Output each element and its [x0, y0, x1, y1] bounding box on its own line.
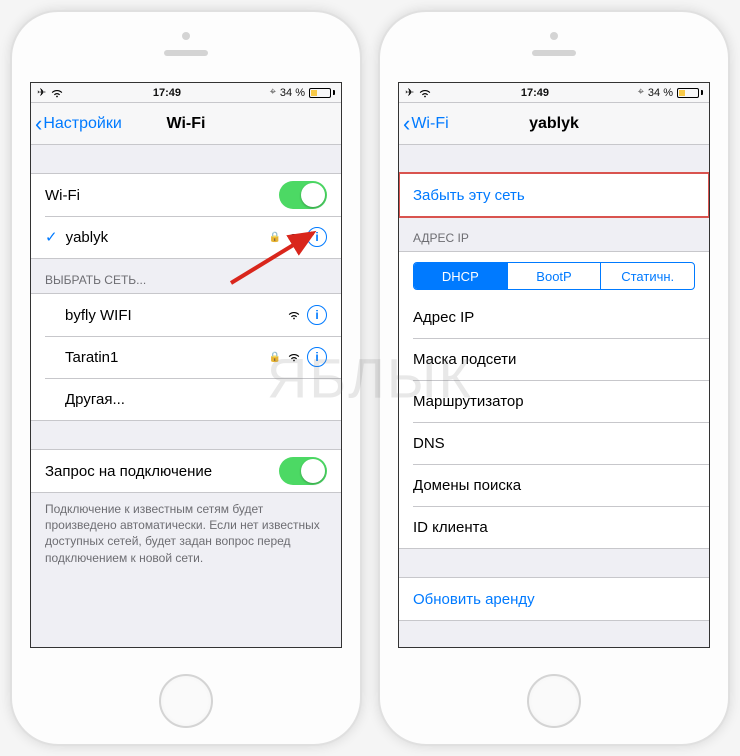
seg-bootp[interactable]: BootP — [507, 263, 601, 289]
renew-lease-row[interactable]: Обновить аренду — [399, 578, 709, 620]
network-row[interactable]: byfly WIFI i — [31, 294, 341, 336]
row-label: Адрес IP — [413, 309, 695, 326]
screen-network-detail: ✈ 17:49 ⌖ 34 % ‹ Wi-Fi yablyk — [398, 82, 710, 648]
nav-back-button[interactable]: ‹ Настройки — [31, 113, 122, 135]
info-icon[interactable]: i — [307, 347, 327, 367]
wifi-icon — [287, 350, 301, 364]
battery-icon — [677, 88, 703, 98]
chevron-left-icon: ‹ — [403, 113, 410, 135]
wifi-toggle-group: Wi-Fi ✓ yablyk 🔒 i — [31, 173, 341, 259]
connected-network-name: yablyk — [66, 229, 269, 246]
check-icon: ✓ — [45, 228, 58, 246]
info-icon[interactable]: i — [307, 305, 327, 325]
row-label: ID клиента — [413, 519, 695, 536]
info-icon[interactable]: i — [307, 227, 327, 247]
renew-lease-label: Обновить аренду — [413, 591, 695, 608]
ip-mode-segmented: DHCP BootP Статичн. — [413, 262, 695, 290]
status-bar: ✈ 17:49 ⌖ 34 % — [399, 83, 709, 103]
phone-left: ✈ 17:49 ⌖ 34 % ‹ Настройки Wi-Fi — [10, 10, 362, 746]
client-id-row[interactable]: ID клиента — [399, 506, 709, 548]
content-scroll[interactable]: Wi-Fi ✓ yablyk 🔒 i ВЫБРАТЬ СЕТЬ... — [31, 145, 341, 647]
ask-join-group: Запрос на подключение — [31, 449, 341, 493]
status-bar: ✈ 17:49 ⌖ 34 % — [31, 83, 341, 103]
phone-speaker — [532, 50, 576, 56]
battery-percent: 34 % — [280, 87, 305, 99]
phone-camera — [550, 32, 558, 40]
wifi-icon — [287, 308, 301, 322]
nav-back-button[interactable]: ‹ Wi-Fi — [399, 113, 449, 135]
subnet-mask-row[interactable]: Маска подсети — [399, 338, 709, 380]
forget-network-group: Забыть эту сеть — [399, 173, 709, 217]
connected-network-row[interactable]: ✓ yablyk 🔒 i — [31, 216, 341, 258]
choose-network-header: ВЫБРАТЬ СЕТЬ... — [31, 259, 341, 293]
wifi-icon — [287, 230, 301, 244]
battery-percent: 34 % — [648, 87, 673, 99]
ip-address-header: АДРЕС IP — [399, 217, 709, 251]
lock-icon: 🔒 — [269, 352, 281, 363]
network-row[interactable]: Taratin1 🔒 i — [31, 336, 341, 378]
airplane-icon: ✈ — [405, 86, 414, 99]
ask-join-row: Запрос на подключение — [31, 450, 341, 492]
bluetooth-icon: ⌖ — [270, 86, 276, 99]
row-label: Маска подсети — [413, 351, 695, 368]
phone-speaker — [164, 50, 208, 56]
row-label: Маршрутизатор — [413, 393, 695, 410]
forget-network-row[interactable]: Забыть эту сеть — [399, 174, 709, 216]
wifi-toggle-label: Wi-Fi — [45, 187, 279, 204]
other-network-row[interactable]: Другая... — [31, 378, 341, 420]
wifi-switch[interactable] — [279, 181, 327, 209]
home-button[interactable] — [159, 674, 213, 728]
ip-config-group: DHCP BootP Статичн. Адрес IP Маска подсе… — [399, 251, 709, 549]
battery-icon — [309, 88, 335, 98]
phone-camera — [182, 32, 190, 40]
content-scroll[interactable]: Забыть эту сеть АДРЕС IP DHCP BootP Стат… — [399, 145, 709, 647]
dns-row[interactable]: DNS — [399, 422, 709, 464]
bluetooth-icon: ⌖ — [638, 86, 644, 99]
wifi-icon — [50, 86, 64, 100]
status-time: 17:49 — [521, 87, 549, 99]
networks-group: byfly WIFI i Taratin1 🔒 — [31, 293, 341, 421]
ask-join-switch[interactable] — [279, 457, 327, 485]
ip-address-row[interactable]: Адрес IP — [399, 296, 709, 338]
search-domains-row[interactable]: Домены поиска — [399, 464, 709, 506]
ask-join-label: Запрос на подключение — [45, 463, 279, 480]
other-network-label: Другая... — [65, 391, 327, 408]
network-name: Taratin1 — [65, 349, 269, 366]
airplane-icon: ✈ — [37, 86, 46, 99]
wifi-icon — [418, 86, 432, 100]
wifi-toggle-row: Wi-Fi — [31, 174, 341, 216]
screen-wifi-list: ✈ 17:49 ⌖ 34 % ‹ Настройки Wi-Fi — [30, 82, 342, 648]
row-label: Домены поиска — [413, 477, 695, 494]
ask-join-footer: Подключение к известным сетям будет прои… — [31, 493, 341, 574]
home-button[interactable] — [527, 674, 581, 728]
network-name: byfly WIFI — [65, 307, 287, 324]
nav-bar: ‹ Wi-Fi yablyk — [399, 103, 709, 145]
status-time: 17:49 — [153, 87, 181, 99]
row-label: DNS — [413, 435, 695, 452]
nav-back-label: Wi-Fi — [411, 115, 448, 133]
phone-right: ✈ 17:49 ⌖ 34 % ‹ Wi-Fi yablyk — [378, 10, 730, 746]
forget-network-label: Забыть эту сеть — [413, 187, 695, 204]
seg-dhcp[interactable]: DHCP — [414, 263, 507, 289]
nav-bar: ‹ Настройки Wi-Fi — [31, 103, 341, 145]
renew-lease-group: Обновить аренду — [399, 577, 709, 621]
lock-icon: 🔒 — [269, 232, 281, 243]
chevron-left-icon: ‹ — [35, 113, 42, 135]
nav-back-label: Настройки — [43, 115, 121, 133]
router-row[interactable]: Маршрутизатор — [399, 380, 709, 422]
seg-static[interactable]: Статичн. — [600, 263, 694, 289]
